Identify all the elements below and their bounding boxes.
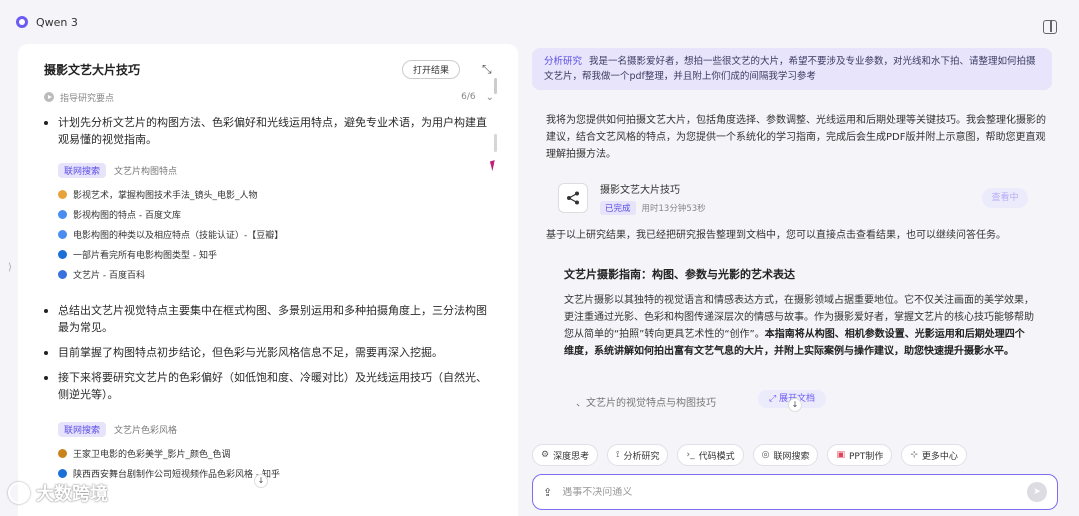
chevron-down-icon[interactable]: ⌄ bbox=[486, 92, 494, 103]
list-item[interactable]: 影视构图的特点 - 百度文库 bbox=[58, 204, 494, 224]
site-icon bbox=[58, 229, 67, 239]
list-item[interactable]: 电影构图的种类以及相应特点（技能认证）-【豆瓣】 bbox=[58, 224, 494, 244]
site-icon bbox=[58, 269, 67, 279]
progress-count: 6/6 bbox=[461, 92, 476, 102]
research-header: 摄影文艺大片技巧 打开结果 ⤡ bbox=[44, 58, 494, 80]
summary-bullet: 目前掌握了构图特点初步结论，但色彩与光影风格信息不足，需要再深入挖掘。 bbox=[44, 344, 494, 361]
ppt-button[interactable]: ▣ PPT制作 bbox=[827, 444, 893, 466]
deep-think-button[interactable]: ⚙ 深度思考 bbox=[532, 444, 599, 466]
search-query: 文艺片构图特点 bbox=[114, 166, 178, 177]
top-bar: Qwen 3 bbox=[0, 0, 1079, 44]
qwen-logo-icon bbox=[16, 16, 28, 28]
site-icon bbox=[58, 189, 67, 199]
status-badge: 已完成 bbox=[600, 201, 636, 215]
chat-input[interactable] bbox=[562, 486, 1027, 498]
list-item[interactable]: 陕西西安舞台剧制作公司短视频作品色彩风格 - 知乎 bbox=[58, 463, 494, 483]
search-icon: ◎ bbox=[761, 450, 770, 460]
deep-think-icon: ⚙ bbox=[541, 450, 550, 460]
site-icon bbox=[58, 448, 67, 458]
share-nodes-icon bbox=[567, 191, 579, 205]
sidebar-toggle-icon[interactable] bbox=[1043, 20, 1057, 34]
document-title: 摄影文艺大片技巧 bbox=[600, 185, 680, 196]
chat-input-box: ⇪ ➤ bbox=[532, 474, 1058, 510]
search-query: 文艺片色彩风格 bbox=[114, 425, 178, 436]
summary-bullet: 接下来将要研究文艺片的色彩偏好（如低饱和度、冷暖对比）及光线运用技巧（自然光、侧… bbox=[44, 369, 494, 403]
watermark: 大数跨境 bbox=[8, 480, 108, 506]
research-panel: 摄影文艺大片技巧 打开结果 ⤡ 指导研究要点 6/6 ⌄ 计划先分析文艺片的构图… bbox=[18, 44, 518, 516]
web-search-chip: 联网搜索 bbox=[58, 162, 107, 178]
watermark-logo-icon bbox=[8, 482, 30, 504]
expand-icon[interactable]: ⤡ bbox=[482, 63, 494, 75]
scrollbar-thumb[interactable] bbox=[494, 78, 497, 94]
research-button[interactable]: ⟟ 分析研究 bbox=[607, 444, 669, 466]
more-icon: ⊹ bbox=[910, 450, 918, 460]
document-card[interactable]: 摄影文艺大片技巧 已完成 用时13分钟53秒 查看中 bbox=[558, 178, 1028, 218]
elapsed-time: 用时13分钟53秒 bbox=[641, 204, 706, 214]
web-search-button[interactable]: ◎ 联网搜索 bbox=[752, 444, 819, 466]
search-step-1: 联网搜索 文艺片构图特点 bbox=[58, 162, 494, 178]
list-item[interactable]: 王家卫电影的色彩美学_影片_颜色_色调 bbox=[58, 443, 494, 463]
app-window: Qwen 3 ⟩ 摄影文艺大片技巧 打开结果 ⤡ 指导研究要点 6/6 ⌄ 计划… bbox=[0, 0, 1079, 516]
open-result-button[interactable]: 打开结果 bbox=[401, 59, 460, 79]
document-icon-box bbox=[558, 183, 588, 213]
view-document-button[interactable]: 查看中 bbox=[982, 188, 1028, 208]
scroll-down-icon[interactable]: ↓ bbox=[254, 474, 268, 488]
article-section-item: 、文艺片的视觉特点与构图技巧 bbox=[576, 398, 716, 409]
web-search-chip: 联网搜索 bbox=[58, 421, 107, 437]
assistant-intro: 我将为您提供如何拍摄文艺大片，包括角度选择、参数调整、光线运用和后期处理等关键技… bbox=[546, 115, 1046, 160]
mode-toolbar: ⚙ 深度思考 ⟟ 分析研究 ›_ 代码模式 ◎ 联网搜索 ▣ PPT制作 ⊹ 更… bbox=[532, 444, 976, 466]
article-body: 文艺片摄影以其独特的视觉语言和情感表达方式，在摄影领域占据重要地位。它不仅关注画… bbox=[564, 292, 1034, 360]
search-step-2: 联网搜索 文艺片色彩风格 bbox=[58, 421, 494, 437]
ppt-icon: ▣ bbox=[836, 450, 845, 460]
user-query-text: 我是一名摄影爱好者，想拍一些很文艺的大片，希望不要涉及专业参数，对光线和水下拍、… bbox=[544, 56, 1036, 82]
research-title: 摄影文艺大片技巧 bbox=[44, 62, 141, 77]
research-icon: ⟟ bbox=[616, 450, 620, 460]
site-icon bbox=[58, 209, 67, 219]
list-item[interactable]: 一部片看完所有电影构图类型 - 知乎 bbox=[58, 244, 494, 264]
progress-label: 指导研究要点 bbox=[60, 93, 115, 104]
search-results-1: 影视艺术，掌握构图技术手法_镜头_电影_人物 影视构图的特点 - 百度文库 电影… bbox=[58, 184, 494, 284]
scrollbar-thumb[interactable] bbox=[494, 134, 497, 152]
more-button[interactable]: ⊹ 更多中心 bbox=[901, 444, 967, 466]
collapse-handle-icon[interactable]: ⟩ bbox=[8, 262, 12, 273]
send-button[interactable]: ➤ bbox=[1027, 482, 1047, 502]
search-results-2: 王家卫电影的色彩美学_影片_颜色_色调 陕西西安舞台剧制作公司短视频作品色彩风格… bbox=[58, 443, 494, 483]
summary-bullet: 总结出文艺片视觉特点主要集中在框式构图、多景别运用和多种拍摄角度上，三分法构图最… bbox=[44, 302, 494, 336]
upload-icon[interactable]: ⇪ bbox=[543, 486, 552, 499]
chat-panel: 分析研究 我是一名摄影爱好者，想拍一些很文艺的大片，希望不要涉及专业参数，对光线… bbox=[532, 44, 1062, 516]
query-mode-tag: 分析研究 bbox=[544, 56, 583, 67]
expand-icon: ⤢ bbox=[768, 394, 780, 404]
app-title: Qwen 3 bbox=[36, 15, 78, 29]
list-item[interactable]: 影视艺术，掌握构图技术手法_镜头_电影_人物 bbox=[58, 184, 494, 204]
code-mode-button[interactable]: ›_ 代码模式 bbox=[677, 444, 744, 466]
article-title: 文艺片摄影指南：构图、参数与光影的艺术表达 bbox=[564, 268, 795, 281]
list-item[interactable]: 文艺片 - 百度百科 bbox=[58, 264, 494, 284]
user-query-bubble: 分析研究 我是一名摄影爱好者，想拍一些很文艺的大片，希望不要涉及专业参数，对光线… bbox=[532, 48, 1052, 90]
assistant-followup: 基于以上研究结果，我已经把研究报告整理到文档中，您可以直接点击查看结果，也可以继… bbox=[546, 230, 1006, 241]
plan-bullet: 计划先分析文艺片的构图方法、色彩偏好和光线运用特点，避免专业术语，为用户构建直观… bbox=[44, 114, 494, 148]
site-icon bbox=[58, 468, 67, 478]
code-icon: ›_ bbox=[686, 450, 695, 460]
site-icon bbox=[58, 249, 67, 259]
document-meta: 摄影文艺大片技巧 已完成 用时13分钟53秒 bbox=[600, 181, 982, 215]
research-progress[interactable]: 指导研究要点 6/6 ⌄ bbox=[44, 88, 494, 106]
play-icon bbox=[44, 92, 54, 102]
scroll-down-icon[interactable]: ↓ bbox=[788, 398, 802, 412]
